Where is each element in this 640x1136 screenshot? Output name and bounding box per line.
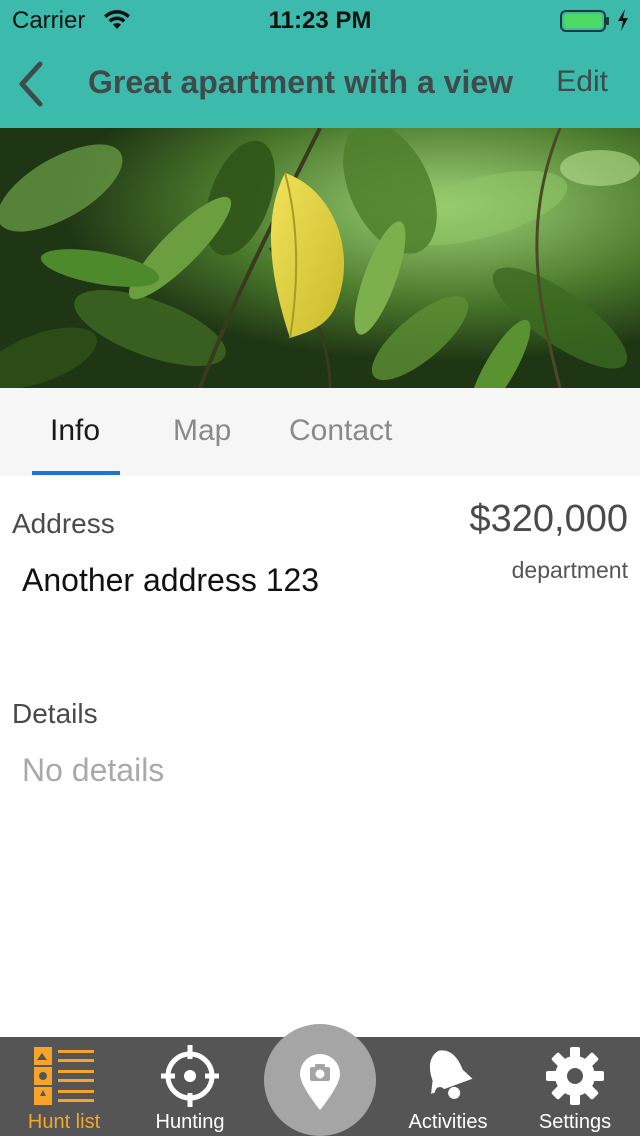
- tab-label: Activities: [408, 1111, 488, 1133]
- top-bar: Carrier 11:23 PM Great apartment with a …: [0, 0, 640, 128]
- property-type: department: [511, 557, 628, 583]
- tab-settings[interactable]: Settings: [511, 1037, 639, 1136]
- listing-photo: [0, 128, 640, 388]
- tab-activities[interactable]: Activities: [384, 1037, 512, 1136]
- details-value: No details: [22, 752, 165, 788]
- battery-icon: [560, 10, 609, 32]
- address-label: Address: [12, 508, 115, 539]
- tab-label: Hunting: [155, 1111, 225, 1133]
- green-leaves-photo: [0, 128, 640, 388]
- bell-icon: [429, 1050, 473, 1099]
- charging-bolt-icon: [618, 9, 628, 31]
- crosshair-icon: [161, 1045, 219, 1107]
- tab-contact[interactable]: Contact: [289, 414, 392, 448]
- status-bar: Carrier 11:23 PM: [0, 0, 640, 40]
- chevron-left-icon[interactable]: [14, 60, 48, 108]
- active-tab-indicator: [32, 471, 120, 475]
- tab-hunting[interactable]: Hunting: [126, 1037, 254, 1136]
- list-icon: [34, 1047, 94, 1105]
- page-title: Great apartment with a view: [88, 64, 514, 100]
- details-label: Details: [12, 698, 98, 729]
- clock: 11:23 PM: [268, 7, 372, 34]
- tab-label: Hunt list: [27, 1111, 101, 1133]
- capture-button[interactable]: [264, 1024, 376, 1136]
- camera-pin-icon: [300, 1054, 340, 1110]
- detail-tabs: Info Map Contact: [0, 388, 640, 476]
- tab-map[interactable]: Map: [173, 414, 231, 448]
- tab-info[interactable]: Info: [50, 414, 100, 448]
- edit-button[interactable]: Edit: [556, 65, 608, 99]
- gear-icon: [546, 1047, 604, 1105]
- tab-label: Settings: [538, 1111, 612, 1133]
- navigation-bar: Great apartment with a view Edit: [0, 40, 640, 128]
- address-value: Another address 123: [22, 562, 320, 598]
- tab-hunt-list[interactable]: Hunt list: [0, 1037, 128, 1136]
- price: $320,000: [469, 498, 629, 540]
